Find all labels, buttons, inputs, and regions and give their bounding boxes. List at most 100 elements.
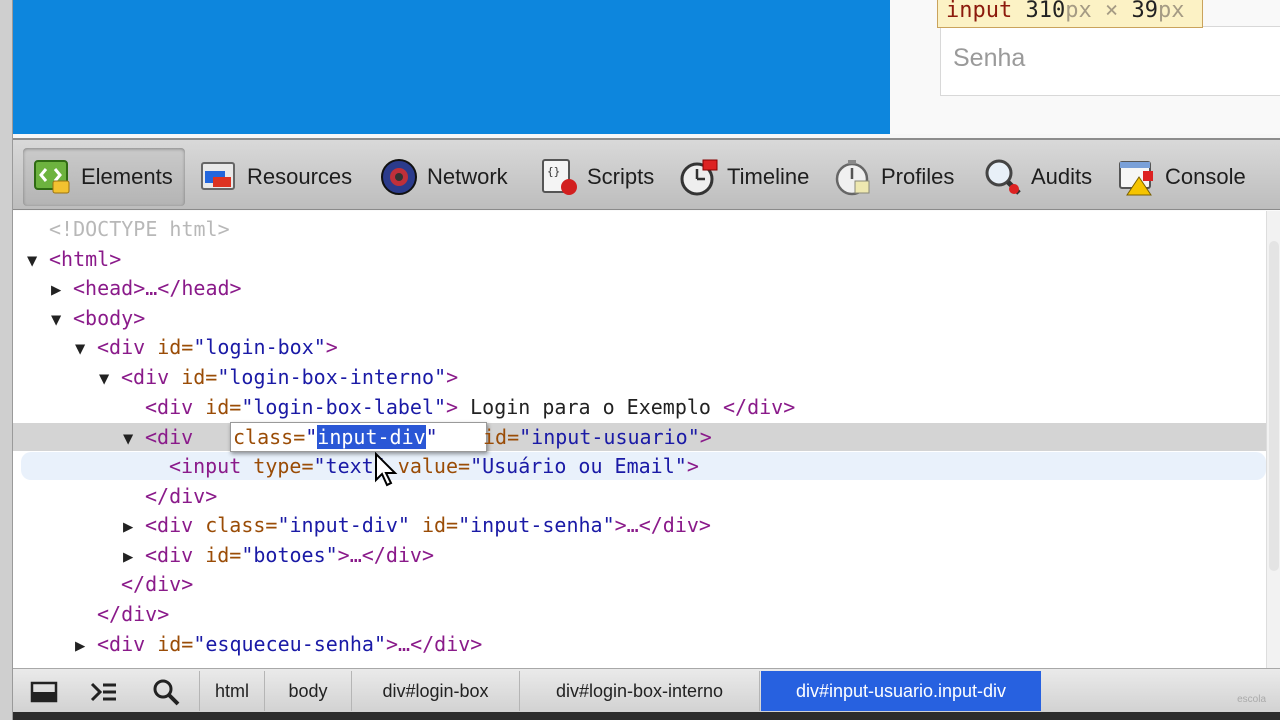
tree-node-div-close[interactable]: </div>: [145, 481, 217, 511]
expanded-triangle-icon[interactable]: ▼: [123, 424, 145, 454]
expanded-triangle-icon[interactable]: ▼: [99, 364, 121, 394]
password-placeholder: Senha: [953, 44, 1026, 72]
attribute-edit-text[interactable]: class="input-div": [233, 422, 438, 452]
tab-audits[interactable]: Audits: [973, 148, 1102, 206]
elements-tree: <!DOCTYPE html> ▼ <html> ▶ <head>…</head> …: [13, 211, 1266, 676]
timeline-icon: [679, 157, 719, 197]
tab-network-label: Network: [427, 164, 508, 189]
tree-node-login-box-label[interactable]: <div id="login-box-label"> Login para o …: [145, 392, 795, 422]
tag-name: <input: [169, 454, 254, 478]
tooltip-height: 39: [1131, 0, 1158, 23]
tag-name: <div: [97, 335, 158, 359]
tooltip-height-unit: px: [1157, 0, 1185, 23]
usuario-id-attr[interactable]: id="input-usuario">: [483, 422, 712, 452]
tab-resources-label: Resources: [247, 164, 353, 189]
tree-scrollbar[interactable]: [1266, 211, 1280, 676]
breadcrumb-login-box[interactable]: div#login-box: [352, 671, 520, 711]
tag-end: >: [699, 425, 712, 449]
tree-node-body[interactable]: ▼ <body>: [51, 303, 145, 333]
tab-profiles[interactable]: Profiles: [823, 148, 964, 206]
attr-value: "login-box-interno": [217, 365, 447, 389]
collapsed-triangle-icon[interactable]: ▶: [123, 542, 145, 572]
tree-node-login-box-interno[interactable]: ▼ <div id="login-box-interno">: [99, 362, 458, 392]
tab-resources[interactable]: Resources: [189, 148, 362, 206]
elements-icon: [33, 157, 73, 197]
attr-value: "login-box-label": [241, 395, 447, 419]
tag-end: >: [325, 335, 338, 359]
console-icon: [1117, 157, 1157, 197]
audits-icon: [983, 157, 1023, 197]
tree-node-botoes[interactable]: ▶ <div id="botoes">…</div>: [123, 540, 434, 570]
tab-scripts[interactable]: {} Scripts: [529, 148, 664, 206]
attr-name: type=: [253, 454, 314, 478]
tab-elements[interactable]: Elements: [23, 148, 185, 206]
mouse-cursor-icon: [375, 452, 398, 487]
attr-name: class=: [233, 425, 306, 449]
tree-node-input-usuario[interactable]: ▼ <div: [123, 422, 193, 452]
expanded-triangle-icon[interactable]: ▼: [75, 334, 97, 364]
tree-node-login-box[interactable]: ▼ <div id="login-box">: [75, 332, 338, 362]
tag-name: <div: [145, 543, 206, 567]
close-tag: </div>: [145, 484, 218, 508]
dock-icon[interactable]: [29, 677, 59, 707]
window-left-edge: [0, 0, 13, 720]
login-panel-background: [13, 0, 890, 134]
collapsed-triangle-icon[interactable]: ▶: [75, 631, 97, 661]
tab-network[interactable]: Network: [369, 148, 518, 206]
element-size-tooltip: input 310px × 39px: [937, 0, 1203, 28]
window-bottom-edge: [0, 712, 1280, 720]
selected-attr-value[interactable]: input-div: [317, 425, 426, 449]
doctype-text: <!DOCTYPE html>: [49, 217, 230, 241]
tooltip-width-unit: px: [1065, 0, 1092, 23]
tag-end: >: [446, 395, 459, 419]
inspect-search-icon[interactable]: [151, 677, 181, 707]
html-open-tag: <html>: [49, 247, 122, 271]
breadcrumb-body[interactable]: body: [265, 671, 352, 711]
tag-end: >…</div>: [386, 632, 483, 656]
tree-node-doctype[interactable]: <!DOCTYPE html>: [49, 214, 230, 244]
breadcrumb-login-box-interno[interactable]: div#login-box-interno: [520, 671, 760, 711]
close-tag: </div>: [121, 572, 194, 596]
attr-name: id=: [483, 425, 520, 449]
attr-name: id=: [157, 632, 194, 656]
tab-timeline[interactable]: Timeline: [669, 148, 819, 206]
attr-name: class=: [205, 513, 278, 537]
tooltip-tag: input: [946, 0, 1013, 23]
attr-value: "input-senha": [458, 513, 615, 537]
tag-end: >: [686, 454, 699, 478]
tooltip-width: 310: [1025, 0, 1066, 23]
tab-scripts-label: Scripts: [587, 164, 655, 189]
collapsed-triangle-icon[interactable]: ▶: [123, 512, 145, 542]
screen: Senha input 310px × 39px Elements Resour…: [0, 0, 1280, 720]
collapsed-triangle-icon[interactable]: ▶: [51, 275, 73, 305]
tag-end: >…</div>: [337, 543, 434, 567]
tree-node-input-senha[interactable]: ▶ <div class="input-div" id="input-senha"…: [123, 510, 711, 540]
tree-node-div-close-interno[interactable]: </div>: [121, 569, 193, 599]
attr-value: "Usuário ou Email": [470, 454, 687, 478]
tree-node-esqueceu-senha[interactable]: ▶ <div id="esqueceu-senha">…</div>: [75, 629, 482, 659]
resources-icon: [199, 157, 239, 197]
close-tag: </div>: [97, 602, 170, 626]
scroll-thumb[interactable]: [1269, 241, 1279, 571]
body-open-tag: <body>: [73, 306, 146, 330]
attr-value: "input-usuario": [519, 425, 700, 449]
tag-name: <div: [97, 632, 158, 656]
attr-name: id=: [157, 335, 194, 359]
breadcrumb-html[interactable]: html: [199, 671, 265, 711]
tree-node-div-close-login-box[interactable]: </div>: [97, 599, 169, 629]
tree-node-head[interactable]: ▶ <head>…</head>: [51, 273, 242, 303]
expanded-triangle-icon[interactable]: ▼: [27, 246, 49, 276]
attr-value: "login-box": [193, 335, 326, 359]
tag-name: <div: [145, 395, 206, 419]
tab-console[interactable]: Console: [1107, 148, 1256, 206]
attr-quote: ": [425, 425, 438, 449]
scripts-icon: {}: [539, 157, 579, 197]
expanded-triangle-icon[interactable]: ▼: [51, 305, 73, 335]
tag-end: >…</div>: [614, 513, 711, 537]
console-toggle-icon[interactable]: [89, 677, 119, 707]
tree-node-input[interactable]: <input type="text" value="Usuário ou Ema…: [169, 451, 699, 481]
tree-node-html[interactable]: ▼ <html>: [27, 244, 121, 274]
profiles-icon: [833, 157, 873, 197]
tag-end: >: [446, 365, 459, 389]
breadcrumb-input-usuario[interactable]: div#input-usuario.input-div: [761, 671, 1041, 711]
